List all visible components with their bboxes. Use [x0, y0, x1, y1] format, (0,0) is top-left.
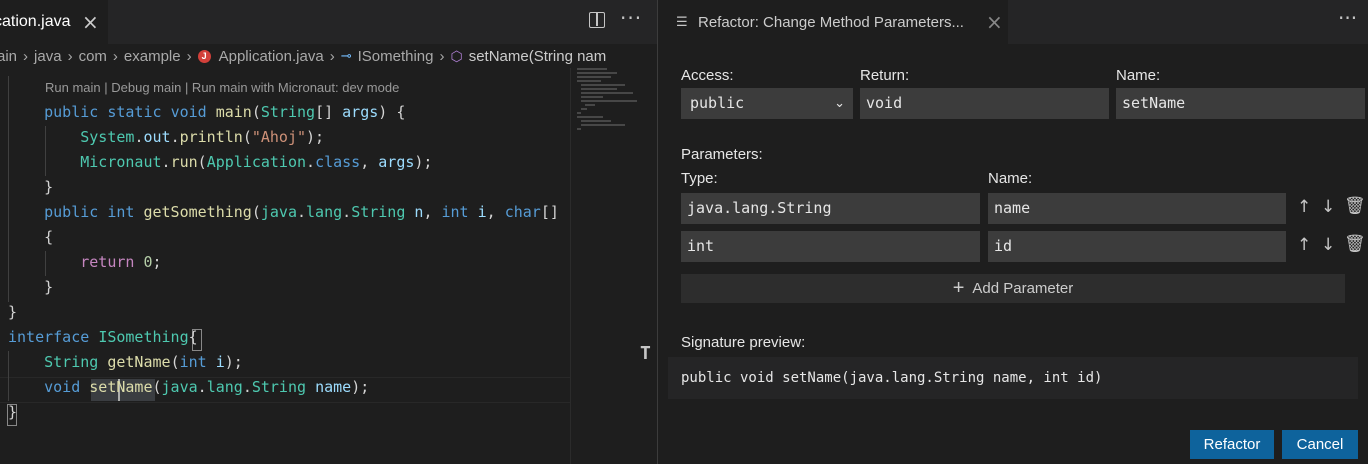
chevron-right-icon: › — [23, 47, 29, 65]
code-line: void setName(java.lang.String name); — [44, 378, 370, 396]
arrow-up-icon[interactable]: ↑ — [1297, 197, 1311, 217]
refactor-button[interactable]: Refactor — [1190, 430, 1274, 459]
chevron-right-icon: › — [186, 47, 192, 65]
signature-preview: public void setName(java.lang.String nam… — [668, 357, 1358, 399]
code-line: { — [8, 228, 54, 246]
code-line: } — [8, 303, 18, 321]
minimap[interactable] — [570, 68, 657, 464]
trash-icon[interactable]: 🗑 — [1344, 234, 1366, 254]
more-actions-icon[interactable]: ··· — [620, 6, 642, 30]
parameter-name-input[interactable]: id — [988, 231, 1286, 262]
arrow-up-icon[interactable]: ↑ — [1297, 235, 1311, 255]
close-icon[interactable]: × — [82, 10, 99, 34]
code-line: String getName(int i); — [44, 353, 243, 371]
tab-refactor-change-method-parameters[interactable]: ☰ Refactor: Change Method Parameters... — [658, 0, 1008, 44]
add-parameter-label: Add Parameter — [972, 280, 1074, 297]
arrow-down-icon[interactable]: ↓ — [1321, 235, 1335, 255]
split-editor-icon[interactable] — [589, 12, 605, 28]
code-line: public static void main(String[] args) { — [44, 103, 406, 121]
parameter-name-input[interactable]: name — [988, 193, 1286, 224]
return-type-input[interactable]: void — [860, 88, 1109, 119]
code-line: interface ISomething{ — [8, 328, 198, 346]
code-line: } — [8, 403, 18, 421]
refactor-panel: ☰ Refactor: Change Method Parameters... … — [657, 0, 1368, 464]
breadcrumb-item-main[interactable]: ain — [0, 48, 17, 65]
breadcrumb: ain › java › com › example › J Applicati… — [0, 44, 657, 68]
code-editor[interactable]: cation.java × ··· ain › java › com › exa… — [0, 0, 657, 464]
close-icon[interactable]: × — [986, 10, 1003, 34]
code-line: } — [8, 278, 54, 296]
access-select[interactable]: public ⌄ — [681, 88, 853, 119]
code-line: } — [8, 178, 54, 196]
panel-tab-label: Refactor: Change Method Parameters... — [698, 13, 964, 31]
chevron-down-icon: ⌄ — [834, 96, 845, 111]
breadcrumb-item-example[interactable]: example — [124, 48, 181, 65]
preview-list-icon: ☰ — [676, 14, 688, 30]
access-label: Access: — [681, 67, 734, 84]
plus-icon: + — [952, 277, 965, 299]
chevron-right-icon: › — [67, 47, 73, 65]
breadcrumb-item-com[interactable]: com — [79, 48, 107, 65]
editor-tab-label: cation.java — [0, 13, 71, 30]
parameter-name-column-label: Name: — [988, 170, 1033, 187]
breadcrumb-item-java[interactable]: java — [34, 48, 62, 65]
parameters-label: Parameters: — [681, 146, 763, 163]
trash-icon[interactable]: 🗑 — [1344, 196, 1366, 216]
code-line: Micronaut.run(Application.class, args); — [80, 153, 433, 171]
editor-tab-bar: cation.java × ··· — [0, 0, 657, 44]
return-label: Return: — [860, 67, 910, 84]
cancel-button[interactable]: Cancel — [1282, 430, 1358, 459]
breadcrumb-item-interface[interactable]: ISomething — [358, 48, 434, 65]
add-parameter-button[interactable]: + Add Parameter — [681, 274, 1345, 303]
method-icon: ⬡ — [450, 47, 463, 64]
more-actions-icon[interactable]: ··· — [1338, 6, 1357, 30]
sash-drag-handle[interactable]: T — [640, 343, 651, 364]
interface-icon: ⊸ — [340, 48, 352, 63]
chevron-right-icon: › — [329, 47, 335, 65]
panel-tab-bar: ☰ Refactor: Change Method Parameters... … — [658, 0, 1368, 44]
code-area[interactable]: Run main | Debug main | Run main with Mi… — [0, 76, 570, 464]
parameter-type-input[interactable]: java.lang.String — [681, 193, 980, 224]
codelens-run-actions[interactable]: Run main | Debug main | Run main with Mi… — [45, 80, 399, 95]
code-line: public int getSomething(java.lang.String… — [44, 203, 559, 221]
access-select-value: public — [690, 94, 745, 112]
code-line: return 0; — [80, 253, 162, 271]
breadcrumb-item-method[interactable]: setName(String nam — [469, 48, 607, 65]
method-name-input[interactable]: setName — [1116, 88, 1365, 119]
java-file-icon: J — [197, 49, 211, 63]
parameter-type-input[interactable]: int — [681, 231, 980, 262]
arrow-down-icon[interactable]: ↓ — [1321, 197, 1335, 217]
breadcrumb-item-file[interactable]: Application.java — [219, 48, 324, 65]
signature-preview-label: Signature preview: — [681, 334, 806, 351]
chevron-right-icon: › — [439, 47, 445, 65]
code-line: System.out.println("Ahoj"); — [80, 128, 325, 146]
parameter-type-column-label: Type: — [681, 170, 718, 187]
chevron-right-icon: › — [112, 47, 118, 65]
name-label: Name: — [1116, 67, 1161, 84]
